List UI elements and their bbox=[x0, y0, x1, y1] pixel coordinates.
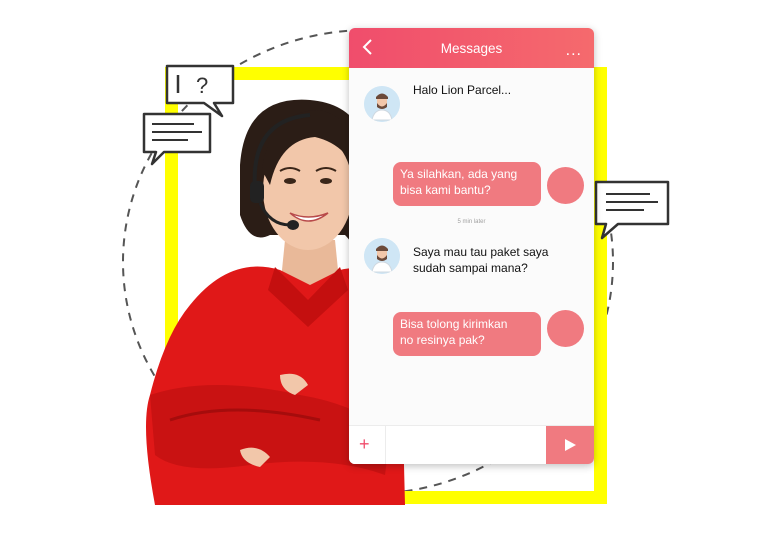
message-lines-bubble-icon bbox=[142, 112, 212, 166]
chat-window: Messages ... Halo Lion Parcel... Ya sila… bbox=[349, 28, 594, 464]
person-avatar-icon bbox=[364, 86, 400, 122]
back-button[interactable] bbox=[361, 38, 379, 58]
svg-text:?: ? bbox=[196, 73, 208, 98]
message-line: no resinya pak? bbox=[400, 333, 485, 347]
my-avatar bbox=[547, 310, 584, 347]
message-agent-2: Saya mau tau paket saya sudah sampai man… bbox=[413, 244, 548, 276]
message-input[interactable] bbox=[385, 426, 546, 464]
agent-avatar bbox=[364, 238, 400, 274]
time-separator: 5 min later bbox=[457, 219, 486, 225]
send-button[interactable] bbox=[546, 426, 594, 464]
message-line: Bisa tolong kirimkan bbox=[400, 317, 508, 331]
agent-avatar bbox=[364, 86, 400, 122]
chat-header: Messages ... bbox=[349, 28, 594, 68]
message-line: Ya silahkan, ada yang bbox=[400, 167, 518, 181]
message-composer: + bbox=[349, 425, 594, 464]
message-agent-1: Halo Lion Parcel... bbox=[413, 83, 512, 97]
message-lines-bubble-right-icon bbox=[594, 180, 670, 240]
attach-button[interactable]: + bbox=[359, 435, 370, 453]
chat-title: Messages bbox=[440, 40, 503, 56]
more-options-button[interactable]: ... bbox=[566, 42, 582, 60]
chevron-left-icon bbox=[362, 39, 372, 55]
more-dots-icon: ... bbox=[565, 42, 582, 59]
message-line: bisa kami bantu? bbox=[400, 183, 491, 197]
send-icon bbox=[565, 439, 576, 451]
message-line: Saya mau tau paket saya bbox=[413, 245, 549, 259]
message-me-1: Ya silahkan, ada yang bisa kami bantu? bbox=[393, 162, 541, 206]
message-line: sudah sampai mana? bbox=[413, 261, 528, 275]
my-avatar bbox=[547, 167, 584, 204]
person-avatar-icon bbox=[364, 238, 400, 274]
message-me-2: Bisa tolong kirimkan no resinya pak? bbox=[393, 312, 541, 356]
